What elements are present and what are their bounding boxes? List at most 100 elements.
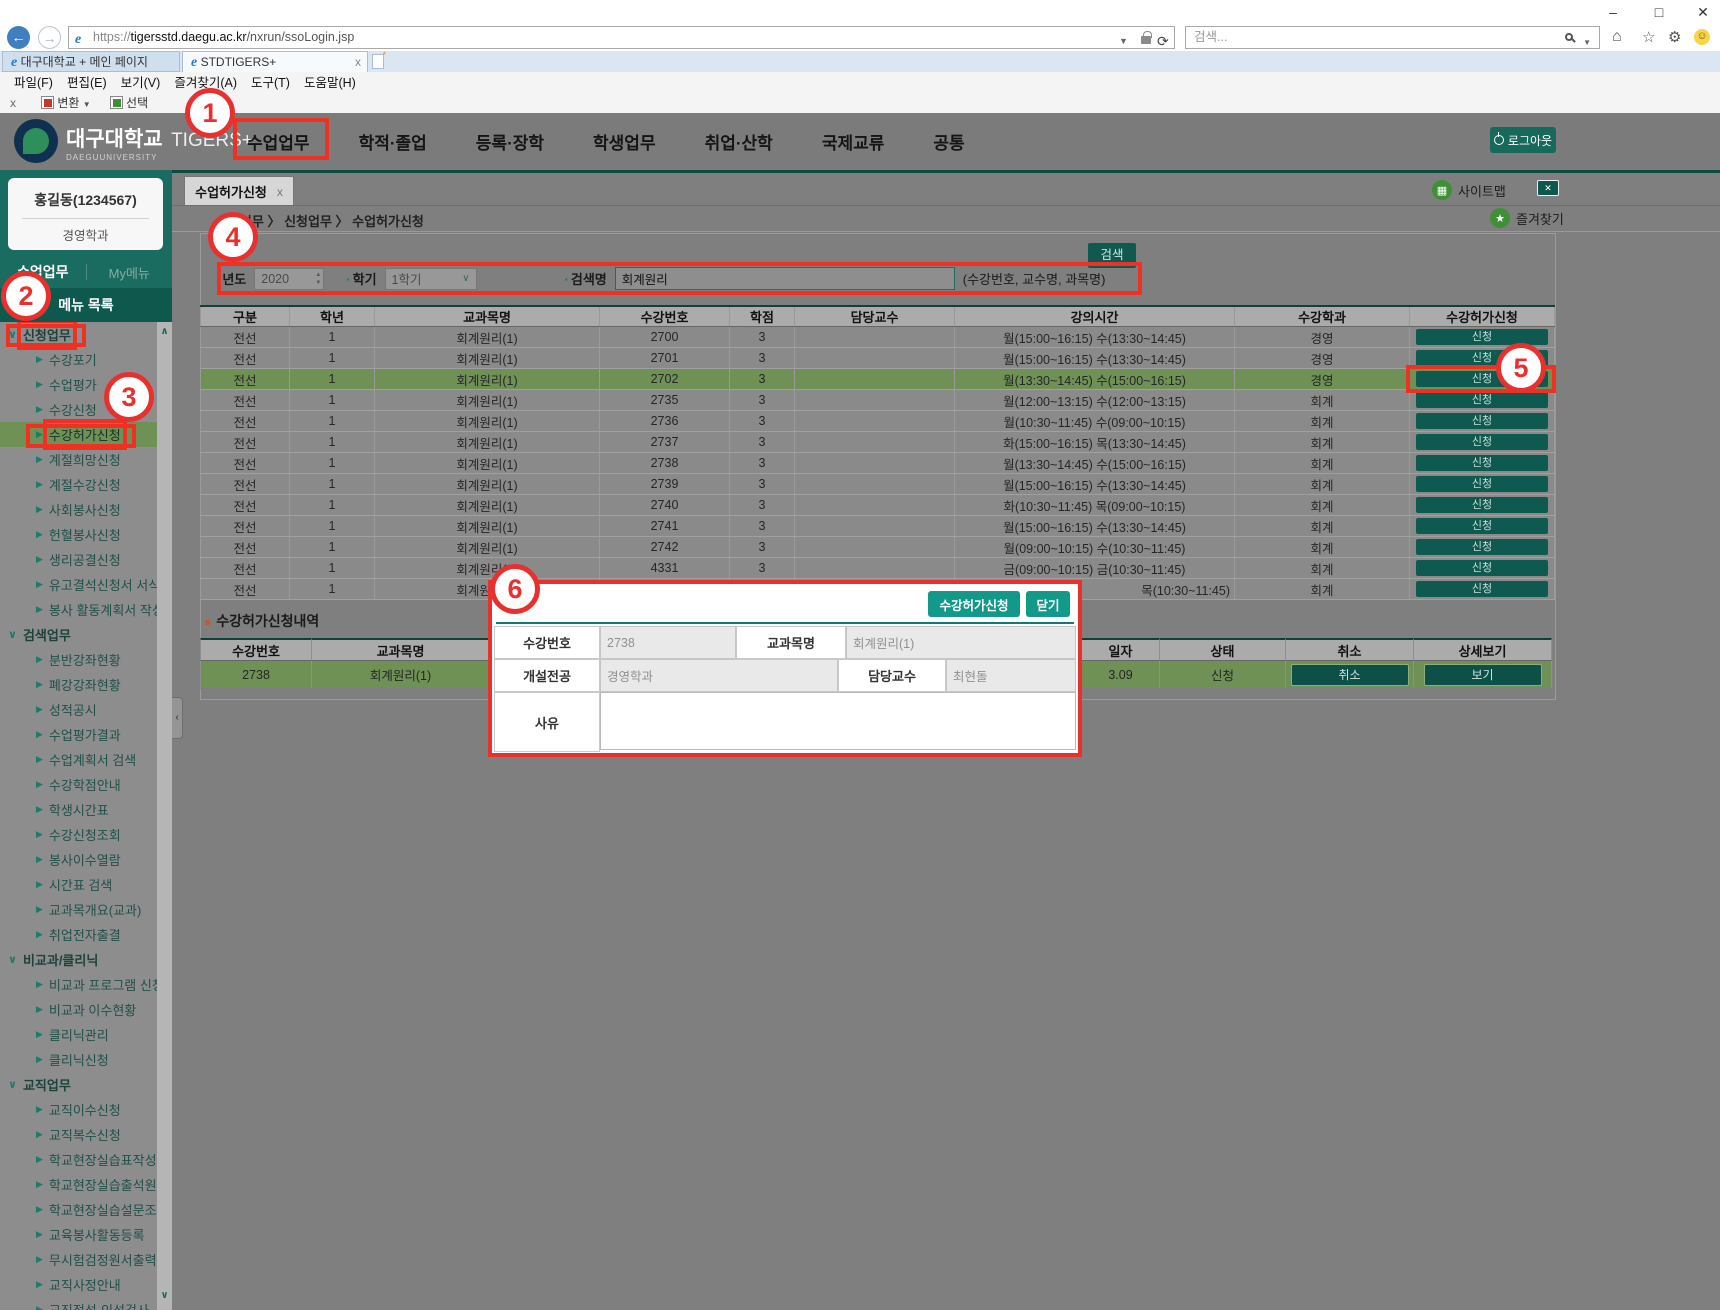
search-dropdown-caret[interactable]: ▼: [1583, 32, 1591, 53]
sidebar-menu-item[interactable]: ∨▶분반강좌현황: [0, 647, 157, 672]
browser-menu-item[interactable]: 보기(V): [121, 72, 161, 94]
course-row[interactable]: 전선1회계원리(1)27413월(15:00~16:15) 수(13:30~14…: [200, 516, 1555, 537]
course-row[interactable]: 전선1회계원리(1)27363월(10:30~11:45) 수(09:00~10…: [200, 411, 1555, 432]
major-input[interactable]: 경영학과: [600, 659, 838, 692]
sidebar-menu-item[interactable]: ∨▶교직이수신청: [0, 1097, 157, 1122]
sidebar-menu-item[interactable]: ∨▶검색업무: [0, 622, 157, 647]
global-nav-item[interactable]: 국제교류: [822, 129, 885, 154]
course-name-input[interactable]: 회계원리(1): [846, 626, 1076, 659]
browser-back-button[interactable]: ←: [7, 26, 30, 49]
sidebar-menu-item[interactable]: ∨▶유고결석신청서 서식: [0, 572, 157, 597]
course-row[interactable]: 전선1회계원리(1)43313금(09:00~10:15) 금(10:30~11…: [200, 558, 1555, 579]
browser-menu-item[interactable]: 도움말(H): [304, 72, 356, 94]
window-close-button[interactable]: ✕: [1688, 2, 1718, 22]
tab-close-icon[interactable]: x: [355, 52, 361, 72]
apply-button[interactable]: 신청: [1416, 413, 1548, 429]
command-bar-close[interactable]: x: [10, 96, 16, 110]
scroll-up-icon[interactable]: ∧: [157, 326, 172, 337]
apply-button[interactable]: 신청: [1416, 476, 1548, 492]
sidebar-menu-item[interactable]: ∨▶취업전자출결: [0, 922, 157, 947]
browser-tab-stdtigers[interactable]: e STDTIGERS+ x: [182, 51, 368, 72]
close-all-windows-icon[interactable]: ✕: [1537, 180, 1559, 196]
sidebar-menu-item[interactable]: ∨▶폐강강좌현황: [0, 672, 157, 697]
window-maximize-button[interactable]: □: [1644, 2, 1674, 22]
sidebar-menu-item[interactable]: ∨▶클리닉관리: [0, 1022, 157, 1047]
sidebar-menu-item[interactable]: ∨▶계절희망신청: [0, 447, 157, 472]
reason-textarea[interactable]: [600, 692, 1076, 750]
sidebar-menu-item[interactable]: ∨▶수강신청조회: [0, 822, 157, 847]
sidebar-menu-item[interactable]: ∨▶봉사 활동계획서 작성: [0, 597, 157, 622]
apply-button[interactable]: 신청: [1416, 518, 1548, 534]
browser-menu-item[interactable]: 도구(T): [251, 72, 290, 94]
cancel-button[interactable]: 취소: [1291, 664, 1409, 686]
sidebar-menu-item[interactable]: ∨▶학교현장실습출석원: [0, 1172, 157, 1197]
sidebar-menu-item[interactable]: ∨▶교직복수신청: [0, 1122, 157, 1147]
url-dropdown-caret[interactable]: ▼: [1119, 31, 1128, 52]
apply-button[interactable]: 신청: [1416, 329, 1548, 345]
sidebar-menu-item[interactable]: ∨▶수강포기: [0, 347, 157, 372]
apply-button[interactable]: 신청: [1416, 455, 1548, 471]
apply-button[interactable]: 신청: [1416, 434, 1548, 450]
select-command[interactable]: 선택: [110, 96, 148, 110]
sidebar-menu-item[interactable]: ∨▶학교현장실습표작성: [0, 1147, 157, 1172]
sidebar-menu-item[interactable]: ∨▶학생시간표: [0, 797, 157, 822]
apply-button[interactable]: 신청: [1416, 497, 1548, 513]
browser-menu-item[interactable]: 파일(F): [14, 72, 53, 94]
view-button[interactable]: 보기: [1424, 664, 1542, 686]
sidebar-menu-item[interactable]: ∨▶비교과/클리닉: [0, 947, 157, 972]
apply-button[interactable]: 신청: [1416, 539, 1548, 555]
sidebar-menu-item[interactable]: ∨▶교과목개요(교과): [0, 897, 157, 922]
course-row[interactable]: 전선1회계원리(1)27423월(09:00~10:15) 수(10:30~11…: [200, 537, 1555, 558]
course-row[interactable]: 전선1회계원리(1)27353월(12:00~13:15) 수(12:00~13…: [200, 390, 1555, 411]
sidebar-menu-item[interactable]: ∨▶사회봉사신청: [0, 497, 157, 522]
global-nav-item[interactable]: 학적·졸업: [359, 129, 427, 154]
modal-apply-button[interactable]: 수강허가신청: [928, 591, 1020, 617]
sidebar-menu-item[interactable]: ∨▶비교과 이수현황: [0, 997, 157, 1022]
apply-button[interactable]: 신청: [1416, 392, 1548, 408]
course-row[interactable]: 전선1회계원리(1)27373화(15:00~16:15) 목(13:30~14…: [200, 432, 1555, 453]
modal-close-button[interactable]: 닫기: [1026, 591, 1070, 617]
favorites-star-icon[interactable]: ☆: [1642, 28, 1655, 46]
settings-gear-icon[interactable]: ⚙: [1668, 28, 1681, 46]
sidebar-menu-item[interactable]: ∨▶클리닉신청: [0, 1047, 157, 1072]
sidebar-menu-item[interactable]: ∨▶수업평가결과: [0, 722, 157, 747]
course-row[interactable]: 전선1회계원리(1)27013월(15:00~16:15) 수(13:30~14…: [200, 348, 1555, 369]
favorites-link[interactable]: ★ 즐겨찾기: [1490, 208, 1564, 228]
smiley-addon-icon[interactable]: ☺: [1694, 29, 1710, 45]
sidebar-menu-item[interactable]: ∨▶헌혈봉사신청: [0, 522, 157, 547]
sidebar-menu-item[interactable]: ∨▶성적공시: [0, 697, 157, 722]
browser-tab-main-page[interactable]: e 대구대학교 + 메인 페이지: [2, 51, 180, 72]
sidebar-menu-item[interactable]: ∨▶생리공결신청: [0, 547, 157, 572]
sidebar-menu-item[interactable]: ∨▶수강학점안내: [0, 772, 157, 797]
sidebar-collapse-handle[interactable]: ‹: [172, 697, 183, 739]
home-icon[interactable]: ⌂: [1612, 28, 1622, 46]
page-tab[interactable]: 수업허가신청 x: [184, 176, 294, 206]
browser-forward-button[interactable]: →: [38, 26, 61, 49]
course-row[interactable]: 전선1회계원리(1)27383월(13:30~14:45) 수(15:00~16…: [200, 453, 1555, 474]
professor-input[interactable]: 최현돌: [946, 659, 1076, 692]
sidebar-menu-item[interactable]: ∨▶수업계획서 검색: [0, 747, 157, 772]
sidebar-menu-item[interactable]: ∨▶교직적성·인성검사: [0, 1297, 157, 1310]
sidebar-menu-item[interactable]: ∨▶비교과 프로그램 신청: [0, 972, 157, 997]
sidebar-menu-item[interactable]: ∨▶계절수강신청: [0, 472, 157, 497]
scroll-down-icon[interactable]: ∨: [157, 1290, 172, 1301]
course-row[interactable]: 전선1회계원리(1)27003월(15:00~16:15) 수(13:30~14…: [200, 327, 1555, 348]
course-row[interactable]: 전선1회계원리(1)27393월(15:00~16:15) 수(13:30~14…: [200, 474, 1555, 495]
sidebar-menu-item[interactable]: ∨▶학교현장실습설문조사: [0, 1197, 157, 1222]
course-no-input[interactable]: 2738: [600, 626, 736, 659]
sidebar-menu-item[interactable]: ∨▶교직업무: [0, 1072, 157, 1097]
course-row[interactable]: 전선1회계원리(1)27023월(13:30~14:45) 수(15:00~16…: [200, 369, 1555, 390]
convert-command[interactable]: 변환 ▼: [41, 96, 90, 110]
sidebar-scrollbar[interactable]: ∧ ∨: [157, 322, 172, 1310]
global-nav-item[interactable]: 학생업무: [593, 129, 656, 154]
logout-button[interactable]: 로그아웃: [1490, 127, 1556, 153]
sidebar-menu-item[interactable]: ∨▶교직사정안내: [0, 1272, 157, 1297]
page-tab-close-icon[interactable]: x: [277, 185, 283, 199]
sidebar-menu-item[interactable]: ∨▶봉사이수열람: [0, 847, 157, 872]
window-minimize-button[interactable]: –: [1598, 2, 1628, 22]
apply-button[interactable]: 신청: [1416, 560, 1548, 576]
sidebar-tab-mymenu[interactable]: My메뉴: [87, 263, 173, 282]
sidebar-menu-item[interactable]: ∨▶시간표 검색: [0, 872, 157, 897]
sitemap-link[interactable]: ▦ 사이트맵: [1432, 180, 1506, 200]
sidebar-menu-item[interactable]: ∨▶교육봉사활동등록: [0, 1222, 157, 1247]
